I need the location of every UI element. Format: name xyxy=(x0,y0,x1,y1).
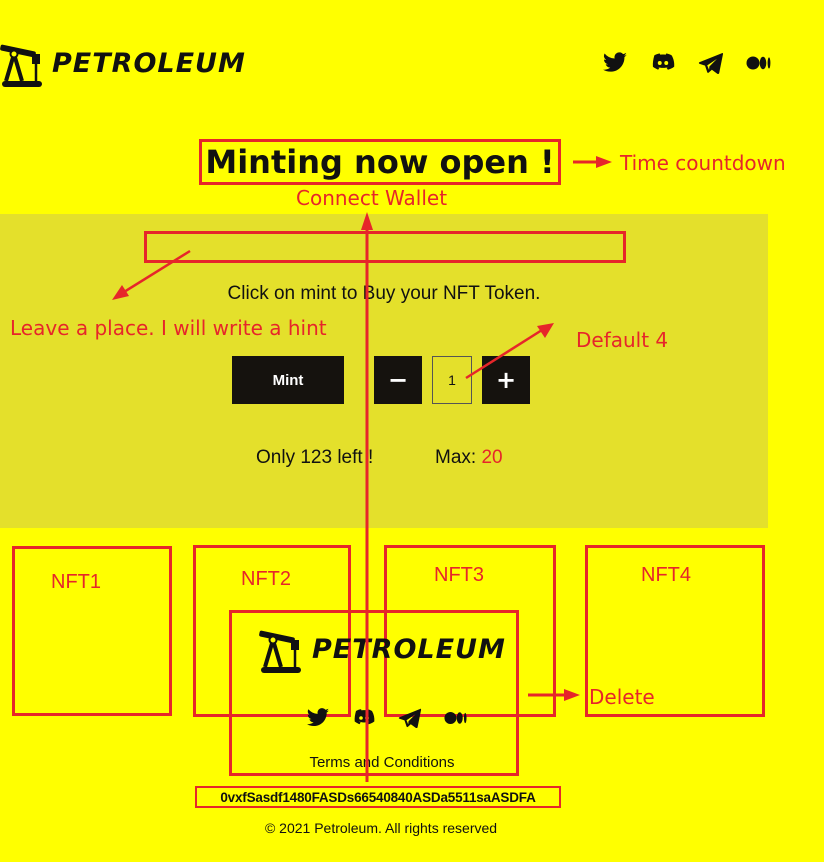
header-social-links xyxy=(602,52,772,74)
telegram-icon[interactable] xyxy=(698,52,724,74)
max-label: Max: xyxy=(435,447,477,468)
nft-label-1: NFT1 xyxy=(51,571,101,593)
oil-pump-icon xyxy=(259,630,301,673)
brand-name: PETROLEUM xyxy=(52,47,246,79)
mint-button[interactable]: Mint xyxy=(232,356,344,404)
brand-logo[interactable]: PETROLEUM xyxy=(0,38,246,88)
twitter-icon[interactable] xyxy=(306,708,330,728)
oil-pump-icon xyxy=(0,44,42,87)
medium-icon[interactable] xyxy=(746,52,772,74)
twitter-icon[interactable] xyxy=(602,52,628,74)
discord-icon[interactable] xyxy=(650,52,676,74)
mint-instruction: Click on mint to Buy your NFT Token. xyxy=(227,283,541,304)
minting-status-title: Minting now open ! xyxy=(205,143,555,181)
nft-label-2: NFT2 xyxy=(241,568,291,590)
decrement-button[interactable]: − xyxy=(374,356,422,404)
connect-wallet-note: Connect Wallet xyxy=(296,186,448,210)
footer-brand-name: PETROLEUM xyxy=(312,633,506,665)
max-value: 20 xyxy=(481,447,503,468)
hint-note: Leave a place. I will write a hint xyxy=(10,316,327,340)
remaining-count: Only 123 left ! xyxy=(256,447,374,468)
default-quantity-note: Default 4 xyxy=(576,328,669,352)
terms-link[interactable]: Terms and Conditions xyxy=(229,754,535,771)
time-countdown-arrow xyxy=(573,156,612,168)
nft-label-3: NFT3 xyxy=(434,564,484,586)
footer-logo[interactable]: PETROLEUM xyxy=(258,624,506,674)
max-mint: Max: 20 xyxy=(435,447,503,469)
wallet-address: 0vxfSasdf1480FASDs66540840ASDa5511saASDF… xyxy=(195,786,561,808)
discord-icon[interactable] xyxy=(352,708,376,728)
delete-note: Delete xyxy=(589,685,655,709)
telegram-icon[interactable] xyxy=(398,708,422,728)
minting-status-box: Minting now open ! xyxy=(199,139,561,185)
increment-button[interactable]: + xyxy=(482,356,530,404)
copyright: © 2021 Petroleum. All rights reserved xyxy=(264,820,498,836)
hint-placeholder-box xyxy=(144,231,626,263)
quantity-field[interactable]: 1 xyxy=(432,356,472,404)
nft-label-4: NFT4 xyxy=(641,564,691,586)
medium-icon[interactable] xyxy=(444,708,468,728)
footer-social-links xyxy=(306,708,468,728)
time-countdown-note: Time countdown xyxy=(620,151,786,175)
quantity-value: 1 xyxy=(448,372,456,388)
